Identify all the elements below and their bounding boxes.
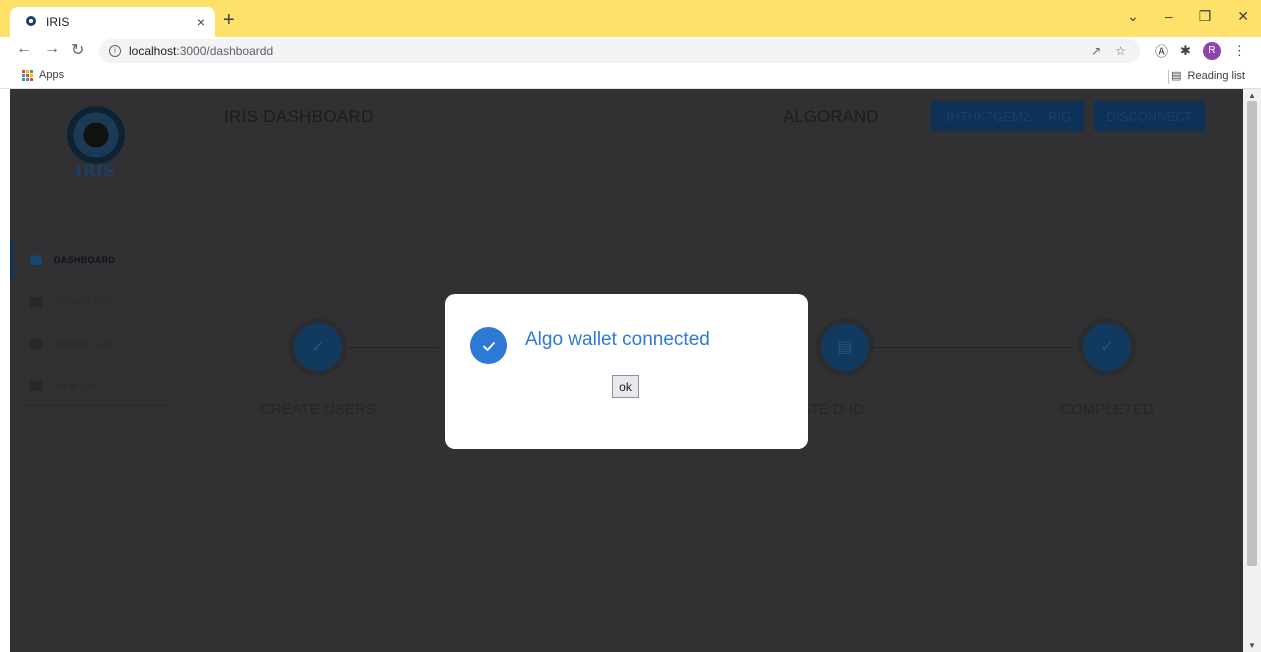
sidebar-item-label: VIEW D-ID [54, 381, 101, 391]
sidebar-item-create-did[interactable]: CREATE D-ID [10, 323, 170, 365]
reading-list-button[interactable]: ▤ Reading list [1171, 69, 1245, 83]
sidebar-header-divider [178, 99, 179, 154]
puzzle-icon[interactable]: ✱ [1180, 43, 1191, 59]
scroll-thumb[interactable] [1247, 101, 1257, 566]
page-scrollbar[interactable]: ▲ ▼ [1243, 89, 1261, 652]
url-host: localhost [129, 44, 177, 58]
back-icon[interactable]: ← [16, 40, 32, 58]
bookmarks-bar: Apps ▤ Reading list [0, 65, 1261, 89]
network-label: ALGORAND [783, 107, 879, 126]
new-tab-button[interactable]: + [223, 9, 235, 32]
iris-logo-icon [67, 106, 125, 164]
profile-avatar[interactable]: R [1202, 41, 1221, 60]
document-icon: ▤ [821, 323, 869, 371]
ok-button[interactable]: ok [612, 375, 639, 398]
sidebar-item-dashboard[interactable]: DASHBOARD [10, 239, 170, 281]
reload-icon[interactable]: ↻ [71, 40, 84, 60]
apps-label: Apps [39, 69, 65, 81]
forward-icon[interactable]: → [44, 40, 60, 58]
sidebar-item-label: DASHBOARD [54, 255, 116, 265]
sidebar-divider [20, 405, 170, 406]
scroll-up-icon[interactable]: ▲ [1248, 91, 1256, 100]
menu-kebab-icon[interactable]: ⋮ [1233, 43, 1246, 59]
step-label: CREATE USERS [260, 401, 376, 418]
reading-list-icon: ▤ [1171, 70, 1182, 82]
check-circle-icon: ✓ [1083, 323, 1131, 371]
step-completed: ✓ [1078, 318, 1136, 376]
sidebar-nav: DASHBOARD CREATE KYC CREATE D-ID VIEW D-… [10, 239, 170, 407]
sidebar-item-create-kyc[interactable]: CREATE KYC [10, 281, 170, 323]
home-icon [30, 255, 42, 265]
check-icon: ✓ [294, 323, 342, 371]
window-controls: ⌄ – ❐ ✕ [1127, 8, 1249, 25]
sidebar-item-label: CREATE KYC [54, 297, 114, 307]
sidebar-item-view-did[interactable]: VIEW D-ID [10, 365, 170, 407]
apps-grid-icon [22, 69, 33, 81]
url-bar[interactable]: i localhost:3000/dashboardd ↗ ☆ [99, 39, 1140, 63]
url-path: :3000/dashboardd [176, 44, 274, 58]
share-icon[interactable]: ↗ [1091, 44, 1101, 58]
dialog-message: Algo wallet connected [525, 329, 710, 350]
bookmark-star-icon[interactable]: ☆ [1115, 44, 1126, 58]
address-toolbar: ← → ↻ i localhost:3000/dashboardd ↗ ☆ Ⓐ … [0, 37, 1261, 65]
success-check-icon [470, 327, 507, 364]
site-info-icon[interactable]: i [109, 45, 121, 57]
folder-icon [30, 297, 42, 307]
extension-icon[interactable]: Ⓐ [1155, 41, 1168, 60]
step-create-did: ▤ [816, 318, 874, 376]
folder-icon [30, 339, 42, 349]
url-text: localhost:3000/dashboardd [129, 44, 273, 58]
logo-text: IRIS [75, 161, 115, 180]
minimize-icon[interactable]: – [1165, 8, 1173, 25]
browser-tab-strip: IRIS × + ⌄ – ❐ ✕ [0, 0, 1261, 37]
page-title: IRIS DASHBOARD [224, 107, 374, 126]
scroll-down-icon[interactable]: ▼ [1248, 641, 1256, 650]
reading-list-label: Reading list [1187, 69, 1245, 82]
apps-shortcut[interactable]: Apps [22, 69, 64, 81]
close-window-icon[interactable]: ✕ [1237, 8, 1249, 25]
view-icon [30, 381, 42, 391]
tab-close-icon[interactable]: × [197, 14, 205, 30]
step-label: COMPLETED [1060, 401, 1154, 418]
step-connector [874, 347, 1074, 348]
tab-search-icon[interactable]: ⌄ [1127, 8, 1139, 25]
restore-icon[interactable]: ❐ [1199, 8, 1212, 25]
extensions-area: Ⓐ ✱ R ⋮ [1155, 41, 1246, 60]
omnibox-actions: ↗ ☆ [1091, 44, 1126, 58]
bookmarks-divider [1168, 70, 1169, 84]
wallet-address-button[interactable]: JHTHK7GEM2.... RIG [931, 101, 1084, 131]
sidebar-item-label: CREATE D-ID [54, 339, 115, 349]
step-connector [348, 347, 438, 348]
browser-tab[interactable]: IRIS × [10, 7, 215, 37]
wallet-connected-dialog: Algo wallet connected ok [445, 294, 808, 449]
step-create-users: ✓ [289, 318, 347, 376]
disconnect-button[interactable]: DISCONNECT [1094, 101, 1205, 131]
iris-favicon-icon [26, 16, 36, 26]
tab-title: IRIS [46, 15, 70, 29]
